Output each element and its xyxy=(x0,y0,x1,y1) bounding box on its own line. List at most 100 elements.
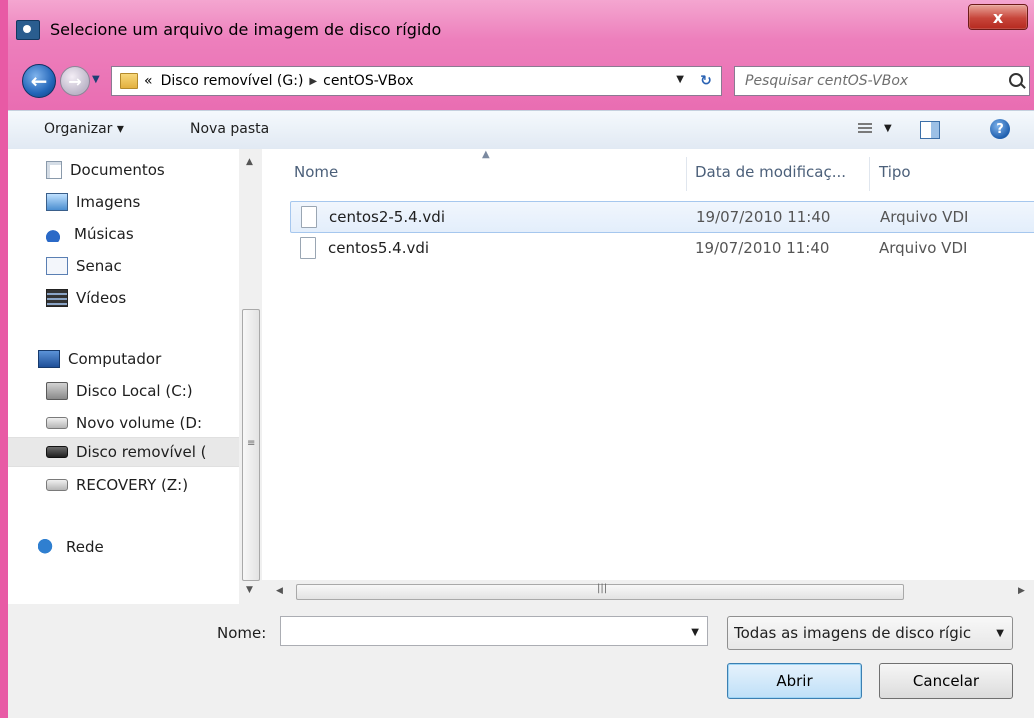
cancel-button[interactable]: Cancelar xyxy=(879,663,1013,699)
help-icon[interactable]: ? xyxy=(990,119,1010,139)
search-icon[interactable] xyxy=(1009,73,1023,87)
nav-item-label: Computador xyxy=(68,350,162,368)
refresh-icon: ↻ xyxy=(700,73,712,89)
nav-item-label: Rede xyxy=(66,538,104,556)
nav-item-label: Novo volume (D: xyxy=(76,414,203,432)
nav-item-label: Documentos xyxy=(70,161,165,179)
nav-item-disco-removivel[interactable]: Disco removível ( xyxy=(8,437,239,467)
virtual-disk-icon xyxy=(16,20,40,40)
command-bar: Organizar ▾ Nova pasta ▼ ? xyxy=(8,110,1034,150)
nav-item-computador[interactable]: Computador xyxy=(38,344,161,374)
documents-icon xyxy=(46,161,62,179)
sort-ascending-icon: ▲ xyxy=(482,149,490,160)
column-header-date[interactable]: Data de modificaç... xyxy=(695,163,846,181)
close-button[interactable]: x xyxy=(968,4,1028,30)
breadcrumb-overflow[interactable]: « xyxy=(144,73,153,89)
search-box xyxy=(734,66,1030,96)
horizontal-scrollbar[interactable]: ◀ ||| ▶ xyxy=(262,580,1034,604)
nav-item-documentos[interactable]: Documentos xyxy=(46,155,165,185)
view-dropdown-icon[interactable]: ▼ xyxy=(884,123,892,134)
file-dialog: Selecione um arquivo de imagem de disco … xyxy=(8,0,1034,718)
forward-arrow-icon: → xyxy=(68,71,82,91)
file-row-centos5[interactable]: centos5.4.vdi 19/07/2010 11:40 Arquivo V… xyxy=(290,233,1034,263)
drive-icon xyxy=(46,479,68,491)
preview-pane-icon[interactable] xyxy=(920,121,940,139)
computer-icon xyxy=(38,350,60,368)
file-name-input[interactable]: ▼ xyxy=(280,616,708,646)
dialog-body: Documentos Imagens Músicas Senac Vídeos … xyxy=(8,149,1034,604)
chevron-down-icon: ▼ xyxy=(996,628,1004,639)
file-name: centos2-5.4.vdi xyxy=(329,208,446,226)
column-header-type[interactable]: Tipo xyxy=(879,163,911,181)
nav-item-imagens[interactable]: Imagens xyxy=(46,187,140,217)
recent-pages-chevron-icon[interactable]: ▼ xyxy=(92,74,100,85)
nav-item-novo-volume-d[interactable]: Novo volume (D: xyxy=(46,408,202,438)
nav-item-label: Músicas xyxy=(74,225,134,243)
local-disk-icon xyxy=(46,382,68,400)
view-options-icon[interactable] xyxy=(858,123,872,135)
dialog-footer: Nome: ▼ Todas as imagens de disco rígic … xyxy=(8,604,1034,718)
address-dropdown-icon[interactable]: ▼ xyxy=(676,74,684,85)
breadcrumb-item-folder[interactable]: centOS-VBox xyxy=(323,73,413,89)
title-bar: Selecione um arquivo de imagem de disco … xyxy=(8,0,1034,50)
forward-button[interactable]: → xyxy=(60,66,90,96)
file-type: Arquivo VDI xyxy=(879,239,968,257)
scrollbar-thumb[interactable]: ≡ xyxy=(242,309,260,581)
nav-item-label: Senac xyxy=(76,257,122,275)
nav-item-label: Disco Local (C:) xyxy=(76,382,193,400)
nav-item-label: RECOVERY (Z:) xyxy=(76,476,189,494)
removable-drive-icon xyxy=(46,446,68,458)
file-icon xyxy=(301,206,317,228)
horizontal-scrollbar-thumb[interactable]: ||| xyxy=(296,583,904,600)
organize-menu-button[interactable]: Organizar ▾ xyxy=(44,121,124,137)
column-divider[interactable] xyxy=(686,157,687,191)
nav-item-label: Imagens xyxy=(76,193,141,211)
navigation-pane: Documentos Imagens Músicas Senac Vídeos … xyxy=(8,149,262,604)
scroll-right-icon[interactable]: ▶ xyxy=(1018,586,1025,596)
file-date: 19/07/2010 11:40 xyxy=(695,239,830,257)
nav-item-videos[interactable]: Vídeos xyxy=(46,283,126,313)
videos-icon xyxy=(46,289,68,307)
nav-item-musicas[interactable]: Músicas xyxy=(46,219,134,249)
file-type-filter-value: Todas as imagens de disco rígic xyxy=(734,624,972,642)
new-folder-button[interactable]: Nova pasta xyxy=(190,121,269,137)
scroll-grip-icon: ||| xyxy=(597,583,608,594)
file-list: ▲ Nome Data de modificaç... Tipo centos2… xyxy=(262,149,1034,604)
breadcrumb-chevron-icon[interactable]: ▶ xyxy=(309,76,317,87)
breadcrumb-item-drive[interactable]: Disco removível (G:) xyxy=(161,73,304,89)
file-name-label: Nome: xyxy=(217,624,267,642)
file-name-dropdown-icon[interactable]: ▼ xyxy=(691,627,699,638)
breadcrumb[interactable]: « Disco removível (G:) ▶ centOS-VBox ▼ xyxy=(111,66,693,96)
refresh-button[interactable]: ↻ xyxy=(691,66,722,96)
pictures-icon xyxy=(46,193,68,211)
file-row-centos2[interactable]: centos2-5.4.vdi 19/07/2010 11:40 Arquivo… xyxy=(290,201,1034,233)
file-name: centos5.4.vdi xyxy=(328,239,430,257)
file-icon xyxy=(300,237,316,259)
network-icon xyxy=(38,539,58,555)
nav-item-recovery-z[interactable]: RECOVERY (Z:) xyxy=(46,470,188,500)
nav-item-label: Vídeos xyxy=(76,289,127,307)
open-button[interactable]: Abrir xyxy=(727,663,862,699)
scroll-left-icon[interactable]: ◀ xyxy=(276,586,283,596)
file-type: Arquivo VDI xyxy=(880,208,969,226)
address-bar: ← → ▼ « Disco removível (G:) ▶ centOS-VB… xyxy=(8,60,1034,100)
back-arrow-icon: ← xyxy=(30,69,48,93)
nav-item-disco-local-c[interactable]: Disco Local (C:) xyxy=(46,376,193,406)
scroll-up-icon[interactable]: ▲ xyxy=(246,157,253,167)
column-divider[interactable] xyxy=(869,157,870,191)
nav-item-rede[interactable]: Rede xyxy=(38,532,104,562)
scroll-down-icon[interactable]: ▼ xyxy=(246,585,253,595)
navigation-scrollbar[interactable]: ▲ ≡ ▼ xyxy=(239,149,262,604)
file-date: 19/07/2010 11:40 xyxy=(696,208,831,226)
file-type-filter-select[interactable]: Todas as imagens de disco rígic ▼ xyxy=(727,616,1013,650)
back-button[interactable]: ← xyxy=(22,64,56,98)
nav-item-senac[interactable]: Senac xyxy=(46,251,122,281)
folder-icon xyxy=(120,73,138,89)
nav-item-label: Disco removível ( xyxy=(76,443,207,461)
library-icon xyxy=(46,257,68,275)
column-header-name[interactable]: Nome xyxy=(294,163,338,181)
music-icon xyxy=(46,226,66,242)
window-title: Selecione um arquivo de imagem de disco … xyxy=(50,20,442,39)
scroll-grip-icon: ≡ xyxy=(247,438,256,449)
search-input[interactable] xyxy=(743,72,997,90)
